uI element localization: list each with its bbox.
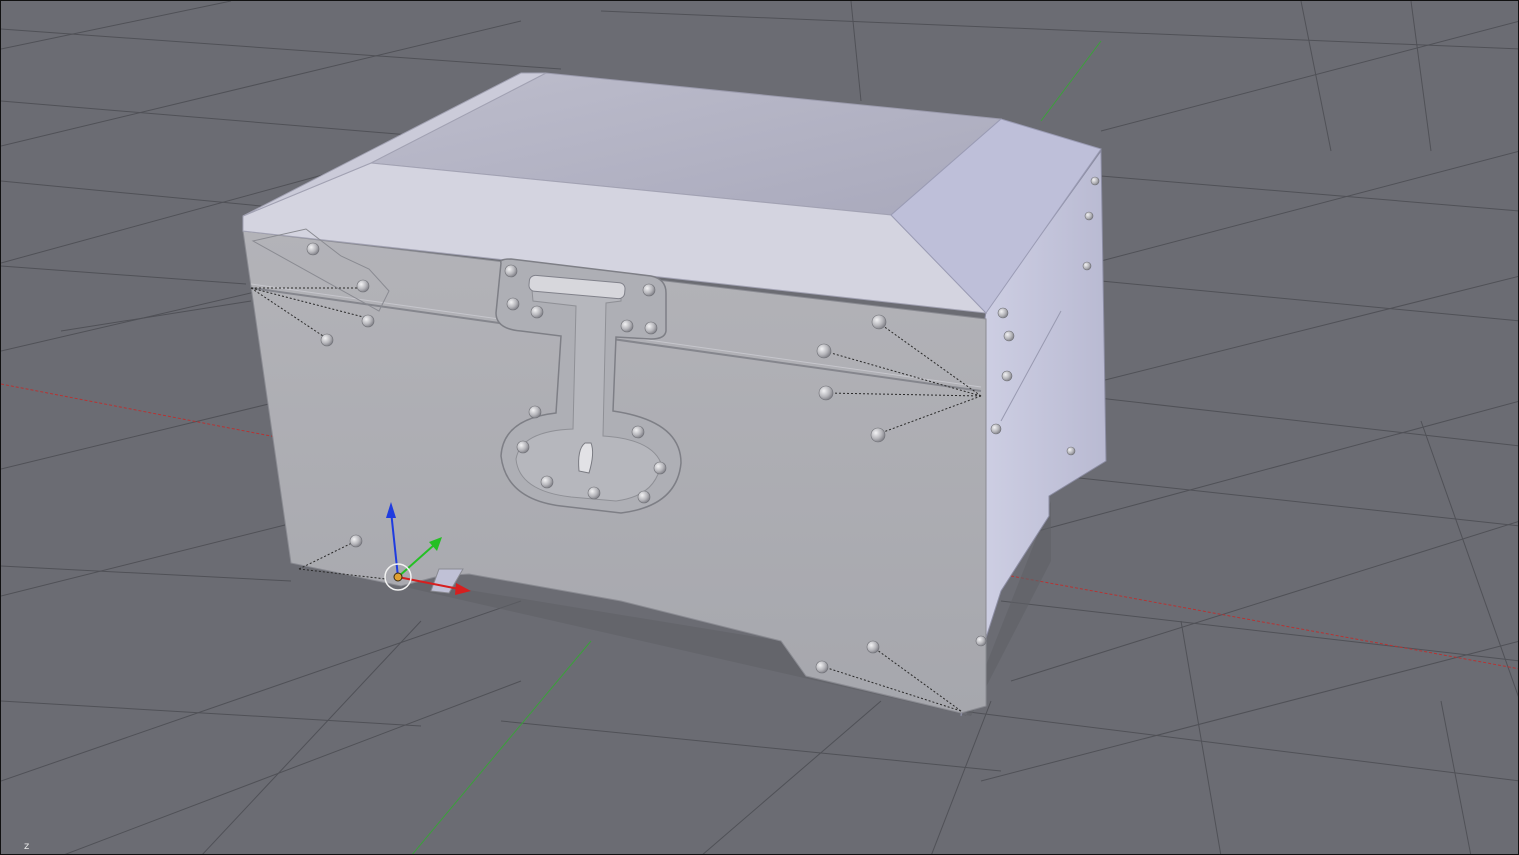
rivet — [528, 405, 542, 419]
rivet — [1084, 211, 1094, 221]
rivet — [1066, 446, 1076, 456]
rivet — [866, 640, 880, 654]
rivet — [540, 475, 554, 489]
rivet — [506, 297, 520, 311]
rivet — [587, 486, 601, 500]
rivet — [975, 635, 987, 647]
rivet — [349, 534, 363, 548]
rivet — [1001, 370, 1013, 382]
world-y-axis-bottom — [412, 640, 592, 854]
rivet — [644, 321, 658, 335]
rivet — [631, 425, 645, 439]
rivet — [653, 461, 667, 475]
rivet — [870, 427, 886, 443]
rivet — [530, 305, 544, 319]
rivet — [818, 385, 834, 401]
rivet — [637, 490, 651, 504]
rivet — [642, 283, 656, 297]
rivet — [997, 307, 1009, 319]
world-y-axis — [1040, 40, 1102, 122]
rivet — [1082, 261, 1092, 271]
rivet — [815, 660, 829, 674]
rivet — [620, 319, 634, 333]
rivet — [871, 314, 887, 330]
rivet — [356, 279, 370, 293]
object-origin-dot[interactable] — [393, 572, 403, 582]
rivet — [504, 264, 518, 278]
rivet — [306, 242, 320, 256]
3d-viewport[interactable]: z — [0, 0, 1519, 855]
world-x-axis — [1, 383, 277, 438]
rivet — [1090, 176, 1100, 186]
rivet — [320, 333, 334, 347]
rivet — [990, 423, 1002, 435]
viewport-scene[interactable] — [1, 1, 1519, 855]
rivet — [516, 440, 530, 454]
world-x-axis-right — [1010, 575, 1518, 670]
axis-corner-label: z — [24, 841, 30, 852]
rivet — [361, 314, 375, 328]
rivet — [816, 343, 832, 359]
rivet — [1003, 330, 1015, 342]
